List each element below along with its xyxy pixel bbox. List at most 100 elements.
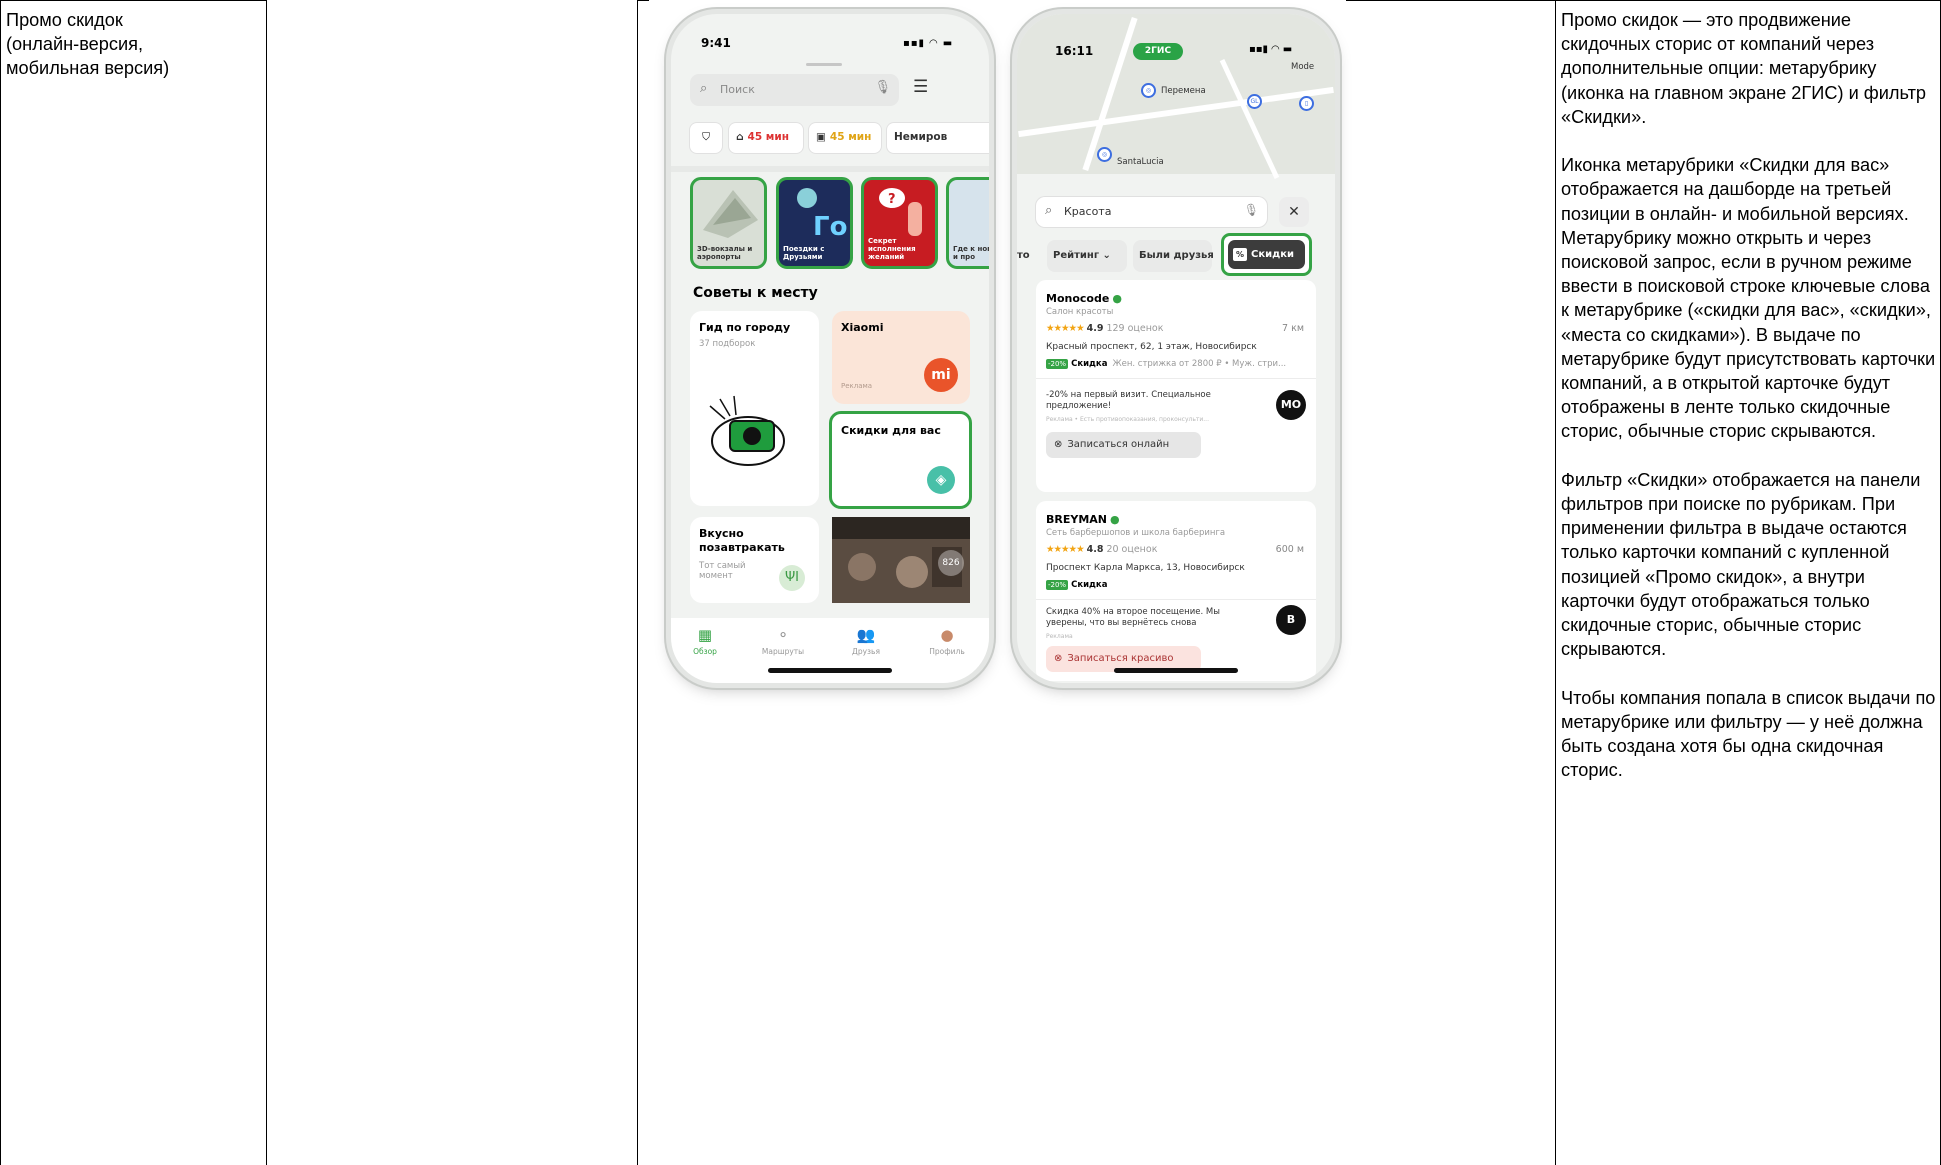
tab-friends[interactable]: 👥 Друзья [836, 626, 896, 656]
promo-text: Скидка 40% на второе посещение. Мы увере… [1046, 607, 1220, 628]
result-card[interactable]: BREYMAN ● Сеть барбершопов и школа барбер… [1036, 501, 1316, 681]
grid-icon: ▦ [697, 626, 713, 644]
search-input[interactable]: ⌕ Поиск 🎙 [690, 74, 899, 106]
reviews-count: 129 оценок [1106, 323, 1164, 334]
search-icon: ⌕ [1045, 203, 1053, 218]
filter-discounts[interactable]: % Скидки [1221, 233, 1312, 276]
map-poi-pin[interactable]: ▯ [1299, 96, 1314, 111]
story-title: Секрет исполнения желаний [868, 237, 916, 261]
filter-label: Рейтинг [1053, 250, 1100, 261]
rating-row: ★★★★★ 4.9 129 оценок 7 км [1046, 323, 1304, 334]
tab-routes[interactable]: ⚬ Маршруты [753, 626, 813, 656]
company-category: Салон красоты [1046, 307, 1114, 317]
status-time: 16:11 [1055, 44, 1094, 58]
reviews-count: 20 оценок [1106, 544, 1158, 555]
percent-icon: % [1233, 248, 1247, 261]
camera-illustration [709, 395, 785, 466]
bookmark-icon: ⛉ [702, 131, 710, 143]
breakfast-card[interactable]: Вкусно позавтракать Тот самый момент ΨΙ [690, 517, 819, 603]
discount-label: Скидка [1071, 580, 1108, 590]
tab-label: Профиль [929, 647, 965, 656]
discount-services: Жен. стрижка от 2800 ₽ • Муж. стри... [1112, 359, 1287, 369]
rating-row: ★★★★★ 4.8 20 оценок 600 м [1046, 544, 1304, 555]
story-title: Где к нови и про [953, 245, 989, 261]
company-name[interactable]: Monocode [1046, 292, 1109, 305]
place-chip[interactable]: Немиров [887, 123, 989, 153]
status-icons: ▪▪▮ ◠ ▬ [1249, 44, 1293, 55]
svg-text:Го!: Го! [813, 212, 850, 240]
description-paragraph: Фильтр «Скидки» отображается на панели ф… [1561, 469, 1921, 660]
search-icon: ⌕ [700, 81, 708, 96]
menu-icon[interactable]: ☰ [913, 77, 928, 97]
sheet-grabber[interactable] [806, 63, 842, 66]
tab-profile[interactable]: ● Профиль [917, 626, 977, 656]
company-name[interactable]: BREYMAN [1046, 513, 1107, 526]
card-title: Вкусно позавтракать [699, 527, 785, 554]
distance: 7 км [1282, 323, 1304, 334]
table-border [0, 0, 1, 1165]
story-card[interactable]: 3D-вокзалы и аэропорты [690, 177, 767, 269]
result-card[interactable]: Monocode ● Салон красоты ★★★★★ 4.9 129 оцен… [1036, 280, 1316, 492]
divider [671, 166, 989, 172]
table-border [637, 0, 638, 1165]
search-input[interactable]: ⌕ Красота 🎙 [1036, 197, 1267, 227]
story-card[interactable]: Где к нови и про [946, 177, 989, 269]
tab-label: Обзор [693, 647, 717, 656]
restaurant-photo-card[interactable]: 826 [832, 517, 970, 603]
discount-row: -20% Скидка [1046, 580, 1308, 590]
map-label: Перемена [1161, 86, 1206, 96]
mode-label[interactable]: Mode [1291, 62, 1314, 72]
feature-name-line: (онлайн-версия, [6, 34, 144, 55]
filter-friends-visited[interactable]: Были друзья [1133, 240, 1214, 272]
ad-note: Реклама • Есть противопоказания, проконс… [1046, 416, 1209, 423]
description-paragraph: Промо скидок — это продвижение скидочных… [1561, 10, 1927, 127]
back-to-2gis-pill[interactable]: 2ГИС [1133, 43, 1183, 60]
ad-label: Реклама [841, 382, 873, 390]
close-icon[interactable]: ✕ [1279, 197, 1309, 227]
description-paragraph: Иконка метарубрики «Скидки для вас» отоб… [1561, 155, 1936, 442]
company-logo: MO [1276, 390, 1306, 420]
city-guide-card[interactable]: Гид по городу 37 подборок [690, 311, 819, 506]
story-card[interactable]: ? Секрет исполнения желаний [861, 177, 938, 269]
book-online-button[interactable]: ⊗ Записаться онлайн [1046, 432, 1201, 458]
phone-screenshot-dashboard: 9:41 ▪▪▮ ◠ ▬ ⌕ Поиск 🎙 ☰ ⛉ ⌂ 45 мин ▣ 45 м… [671, 14, 989, 683]
xiaomi-ad-card[interactable]: Xiaomi Реклама mi [832, 311, 970, 404]
verified-icon: ● [1110, 513, 1120, 526]
discounts-for-you-card[interactable]: Скидки для вас ◈ [829, 411, 972, 509]
story-card[interactable]: Го! Поездки с Друзьями [776, 177, 853, 269]
bottom-tab-bar: ▦ Обзор ⚬ Маршруты 👥 Друзья ● Профиль [671, 618, 989, 683]
company-category: Сеть барбершопов и школа барберинга [1046, 528, 1226, 538]
home-icon: ⌂ [736, 131, 744, 143]
home-route-chip[interactable]: ⌂ 45 мин [729, 123, 803, 153]
filter-rating[interactable]: Рейтинг ⌄ [1047, 240, 1127, 272]
bookmark-button[interactable]: ⛉ [690, 123, 722, 153]
tab-overview[interactable]: ▦ Обзор [675, 626, 735, 656]
xiaomi-logo: mi [924, 358, 958, 392]
map-poi-pin[interactable]: ◎ [1141, 83, 1156, 98]
work-route-chip[interactable]: ▣ 45 мин [809, 123, 881, 153]
feature-name-cell: Промо скидок (онлайн-версия, мобильная в… [6, 8, 261, 81]
rating-stars: ★★★★★ [1046, 323, 1085, 334]
routes-icon: ⚬ [776, 626, 790, 644]
discount-tag-icon: ◈ [927, 466, 955, 494]
fork-knife-icon: ΨΙ [779, 565, 805, 591]
map-poi-pin[interactable]: ◎ [1097, 147, 1112, 162]
photo-count-badge: 826 [938, 550, 964, 576]
discount-label: Скидка [1071, 359, 1108, 369]
tab-label: Друзья [852, 647, 880, 656]
status-icons: ▪▪▮ ◠ ▬ [903, 38, 954, 49]
divider [1036, 599, 1316, 600]
story-title: 3D-вокзалы и аэропорты [697, 245, 753, 261]
filter-chip-partial[interactable]: то [1017, 240, 1035, 272]
company-address: Проспект Карла Маркса, 13, Новосибирск [1046, 563, 1245, 573]
tab-label: Маршруты [761, 647, 805, 656]
microphone-icon[interactable]: 🎙 [1244, 203, 1259, 217]
friends-icon: 👥 [856, 626, 876, 644]
map-view[interactable]: ◎ Перемена GL ▯ ◎ SantaLucia [1017, 14, 1335, 179]
map-poi-pin[interactable]: GL [1247, 94, 1262, 109]
button-label: Записаться красиво [1067, 653, 1174, 664]
discount-badge: -20% [1046, 580, 1069, 590]
microphone-icon[interactable]: 🎙 [874, 80, 891, 95]
table-border [1555, 0, 1556, 1165]
ad-note: Реклама [1046, 633, 1073, 640]
